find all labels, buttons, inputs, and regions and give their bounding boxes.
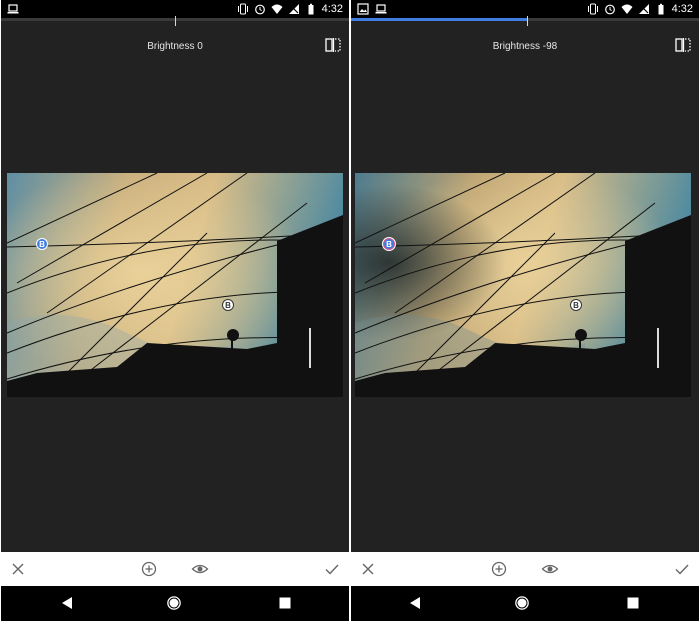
edited-photo[interactable]: B B — [355, 173, 691, 397]
photo-image — [355, 173, 691, 397]
wifi-icon — [271, 4, 283, 14]
navigation-bar — [351, 586, 699, 621]
bottom-toolbar — [351, 552, 699, 586]
signal-icon — [638, 4, 649, 14]
vibrate-icon — [587, 3, 598, 15]
status-time: 4:32 — [671, 3, 693, 15]
check-icon[interactable] — [323, 560, 341, 578]
battery-icon — [658, 3, 664, 15]
signal-icon — [288, 4, 299, 14]
brightness-pin[interactable]: B — [222, 299, 234, 311]
vibrate-icon — [237, 3, 248, 15]
add-icon[interactable] — [140, 560, 158, 578]
check-icon[interactable] — [673, 560, 691, 578]
alarm-icon — [604, 4, 615, 15]
slider-knob[interactable] — [527, 16, 528, 26]
close-icon[interactable] — [9, 560, 27, 578]
home-icon[interactable] — [514, 595, 530, 611]
back-icon[interactable] — [409, 596, 421, 610]
adjustment-title: Brightness -98 — [492, 41, 558, 52]
brightness-pin[interactable]: B — [570, 299, 582, 311]
overview-icon[interactable] — [279, 597, 291, 609]
laptop-icon — [375, 4, 387, 14]
wifi-icon — [621, 4, 633, 14]
bottom-toolbar — [1, 552, 349, 586]
alarm-icon — [254, 4, 265, 15]
brightness-pin[interactable]: B — [36, 238, 48, 250]
brightness-pin[interactable]: B — [383, 238, 395, 250]
home-icon[interactable] — [166, 595, 182, 611]
image-icon — [357, 3, 369, 15]
status-time: 4:32 — [321, 3, 343, 15]
visibility-icon[interactable] — [541, 560, 559, 578]
edited-photo[interactable]: B B — [7, 173, 343, 397]
add-icon[interactable] — [490, 560, 508, 578]
compare-icon[interactable] — [675, 38, 691, 52]
visibility-icon[interactable] — [191, 560, 209, 578]
right-screen: 4:32 Brightness -98 B B — [351, 0, 699, 621]
compare-icon[interactable] — [325, 38, 341, 52]
left-screen: 4:32 Brightness 0 B B — [1, 0, 349, 621]
close-icon[interactable] — [359, 560, 377, 578]
battery-icon — [308, 3, 314, 15]
adjustment-title: Brightness 0 — [147, 41, 203, 52]
overview-icon[interactable] — [627, 597, 639, 609]
brightness-slider[interactable] — [351, 16, 699, 26]
laptop-icon — [7, 4, 19, 14]
brightness-slider[interactable] — [1, 16, 349, 26]
status-bar: 4:32 — [351, 0, 699, 18]
back-icon[interactable] — [61, 596, 73, 610]
navigation-bar — [1, 586, 349, 621]
slider-knob[interactable] — [175, 16, 176, 26]
photo-image — [7, 173, 343, 397]
slider-fill — [351, 18, 527, 21]
